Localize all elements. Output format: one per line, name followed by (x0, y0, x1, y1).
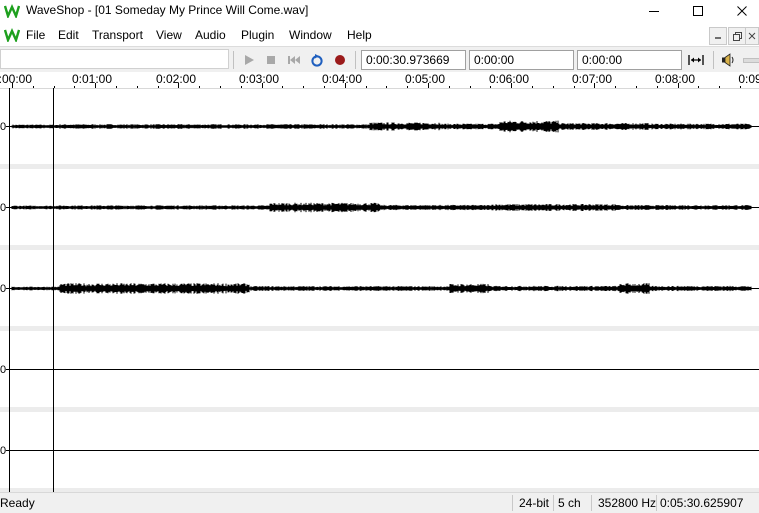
fit-window-button[interactable] (687, 51, 705, 69)
ruler-label: 0:01:00 (71, 72, 113, 86)
toolbar-separator (355, 51, 356, 69)
restore-icon (732, 31, 742, 41)
status-separator (553, 495, 554, 511)
menu-view[interactable]: View (156, 28, 182, 42)
minimize-icon (715, 37, 721, 39)
document-icon[interactable] (3, 28, 21, 45)
selection-length-field[interactable]: 0:00:00 (577, 50, 682, 70)
toolbar-blank-field (0, 49, 229, 69)
stop-button[interactable] (262, 51, 280, 69)
ruler-label: 0:06:00 (488, 72, 530, 86)
channel-waveform[interactable] (11, 120, 752, 133)
channel-amplitude-label: 0 (0, 364, 6, 376)
fit-width-icon (688, 55, 704, 65)
speaker-icon (722, 53, 734, 67)
channel-waveform[interactable] (11, 283, 752, 294)
record-icon (335, 55, 345, 65)
channel-divider[interactable] (0, 164, 759, 169)
status-channels: 5 ch (558, 496, 581, 510)
status-bit-depth: 24-bit (519, 496, 550, 510)
volume-button[interactable] (719, 51, 737, 69)
minimize-button[interactable] (632, 0, 676, 22)
volume-slider[interactable] (743, 58, 759, 63)
channel-amplitude-label: 0 (0, 283, 6, 295)
ruler-label: 0:09 (738, 72, 759, 86)
channel-amplitude-label: 0 (0, 121, 6, 133)
mdi-minimize-button[interactable] (709, 27, 727, 45)
menu-plugin[interactable]: Plugin (241, 28, 274, 42)
status-bar: Ready 24-bit 5 ch 352800 Hz 0:05:30.6259… (0, 492, 759, 513)
toolbar-separator (713, 51, 714, 69)
channel-amplitude-label: 0 (0, 445, 6, 457)
ruler-label: 0:02:00 (155, 72, 197, 86)
maximize-icon (693, 6, 703, 16)
channel-divider[interactable] (0, 326, 759, 331)
ruler-label: 0:07:00 (571, 72, 613, 86)
mdi-close-button[interactable] (745, 27, 759, 45)
channel-divider[interactable] (0, 407, 759, 412)
window-title: WaveShop - [01 Someday My Prince Will Co… (26, 3, 309, 17)
close-button[interactable] (720, 0, 759, 22)
channel-amplitude-label: 0 (0, 202, 6, 214)
stop-icon (267, 56, 275, 64)
ruler-label: 0:04:00 (321, 72, 363, 86)
channel-waveform[interactable] (11, 202, 752, 213)
ruler-label: 0:08:00 (654, 72, 696, 86)
toolbar: 0:00:30.973669 0:00:00 0:00:00 (0, 46, 759, 74)
selection-start-field[interactable]: 0:00:00 (469, 50, 574, 70)
channel-divider[interactable] (0, 245, 759, 250)
menu-edit[interactable]: Edit (58, 28, 79, 42)
rewind-icon (288, 56, 300, 64)
rewind-button[interactable] (285, 51, 303, 69)
record-button[interactable] (331, 51, 349, 69)
waveform-view[interactable]: 0 0 0 0 0 (0, 88, 759, 492)
menu-file[interactable]: File (26, 28, 45, 42)
play-button[interactable] (240, 51, 258, 69)
play-icon (245, 55, 254, 65)
loop-icon (311, 54, 323, 67)
menu-help[interactable]: Help (347, 28, 372, 42)
menu-bar: File Edit Transport View Audio Plugin Wi… (0, 24, 759, 46)
ruler-label: 0:00:00 (0, 72, 33, 86)
menu-transport[interactable]: Transport (92, 28, 143, 42)
waveshop-logo-icon (3, 4, 21, 21)
status-length: 0:05:30.625907 (660, 496, 744, 510)
menu-audio[interactable]: Audio (195, 28, 226, 42)
maximize-button[interactable] (676, 0, 720, 22)
ruler-label: 0:05:00 (404, 72, 446, 86)
status-separator (591, 495, 592, 511)
time-ruler[interactable]: 0:00:00 0:01:00 0:02:00 0:03:00 0:04:00 … (0, 72, 759, 89)
menu-window[interactable]: Window (289, 28, 332, 42)
close-icon (748, 32, 756, 40)
title-bar: WaveShop - [01 Someday My Prince Will Co… (0, 0, 759, 22)
toolbar-separator (233, 51, 234, 69)
close-icon (737, 6, 747, 16)
mdi-restore-button[interactable] (728, 27, 746, 45)
status-separator (656, 495, 657, 511)
cursor-time-field[interactable]: 0:00:30.973669 (361, 50, 466, 70)
minimize-icon (649, 11, 659, 12)
status-ready: Ready (0, 496, 35, 510)
status-separator (512, 495, 513, 511)
ruler-label: 0:03:00 (238, 72, 280, 86)
loop-button[interactable] (308, 51, 326, 69)
status-sample-rate: 352800 Hz (598, 496, 657, 510)
